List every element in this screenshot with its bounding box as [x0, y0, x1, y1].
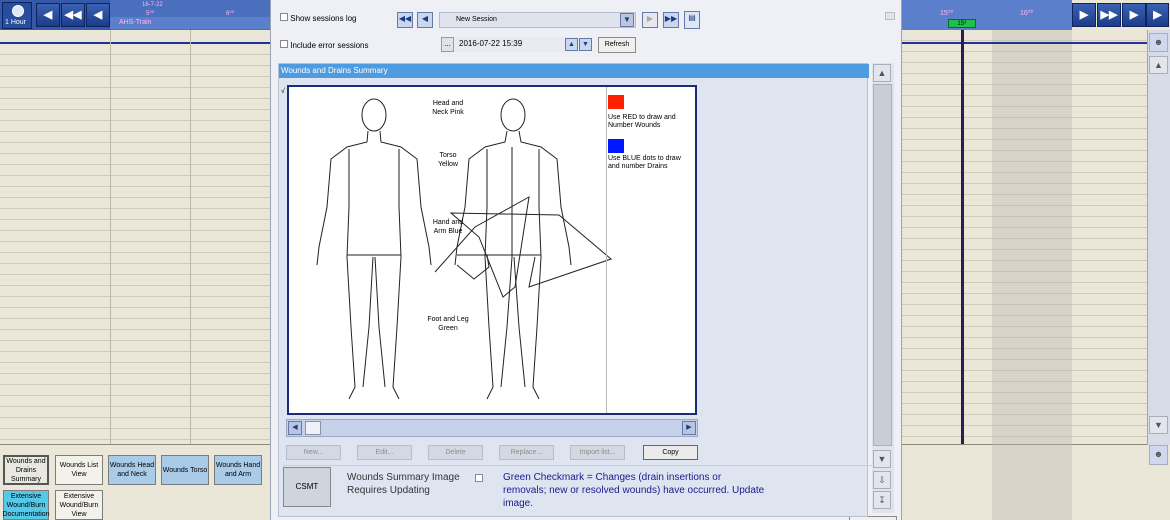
scroll-track[interactable] — [873, 84, 892, 446]
grid-divider — [110, 30, 111, 445]
scroll-page-down-icon[interactable]: ⇩ — [873, 471, 891, 489]
divider — [283, 465, 873, 466]
spin-down-icon[interactable]: ▼ — [579, 38, 592, 51]
update-image-checkbox[interactable] — [475, 474, 483, 482]
scroll-end-icon[interactable]: ↧ — [873, 491, 891, 509]
summary-panel: Wounds and Drains Summary √ Head and Nec… — [278, 63, 873, 517]
foot-leg-label: Foot and Leg Green — [427, 316, 469, 332]
green-checkmark-legend: Green Checkmark = Changes (drain inserti… — [503, 472, 765, 509]
edit-button[interactable]: Edit... — [357, 445, 412, 460]
scroll-down-icon[interactable]: ▼ — [1149, 416, 1168, 434]
restore-icon[interactable] — [885, 12, 895, 20]
show-log-checkbox[interactable] — [280, 13, 288, 21]
current-row-line — [902, 42, 1147, 44]
patient-label: AHS-Train — [110, 17, 270, 29]
last-page-icon[interactable]: ▶ — [1122, 3, 1146, 27]
legend-divider — [606, 87, 607, 413]
tile-wounds-drains-summary[interactable]: Wounds and Drains Summary — [3, 455, 49, 485]
time-label: 16⁰⁰ — [1020, 10, 1034, 17]
scroll-down-icon[interactable]: ▼ — [873, 450, 891, 468]
spin-up-icon[interactable]: ▲ — [565, 38, 578, 51]
scroll-thumb[interactable] — [305, 421, 321, 435]
zoom-label: 1 Hour — [5, 19, 27, 26]
left-time-band: 16-7-22 5⁰⁰ 6⁰⁰ AHS-Train — [110, 0, 270, 30]
head-neck-label: Head and Neck Pink — [432, 100, 464, 116]
right-scrollbar[interactable] — [1147, 30, 1170, 445]
body-diagram: Head and Neck Pink Torso Yellow Hand and… — [287, 85, 697, 415]
right-time-band: 15⁰⁰ 16⁰⁰ 15⁹ — [902, 0, 1072, 30]
tile-wounds-head-neck[interactable]: Wounds Head and Neck — [108, 455, 156, 485]
replace-button[interactable]: Replace... — [499, 445, 554, 460]
current-time-marker: 15⁹ — [948, 19, 976, 28]
scroll-right-icon[interactable]: ▶ — [682, 421, 696, 435]
document-icon[interactable]: ▤ — [684, 11, 700, 29]
session-last-icon[interactable]: ▶▶ — [663, 12, 679, 28]
session-select[interactable]: New Session — [439, 12, 636, 28]
red-swatch — [608, 95, 624, 109]
time-label: 5⁰⁰ — [146, 11, 155, 17]
csmt-button[interactable]: CSMT — [283, 467, 331, 507]
torso-label: Torso Yellow — [438, 152, 458, 168]
summary-line-2: Requires Updating — [347, 485, 430, 496]
shaded-column — [992, 30, 1072, 444]
panel-checkmark: √ — [281, 88, 285, 95]
patient-icon[interactable]: ☻ — [1149, 445, 1168, 465]
human-body-figure — [316, 98, 612, 400]
rewind-icon[interactable]: ◀◀ — [61, 3, 85, 27]
session-next-icon[interactable]: ▶ — [642, 12, 658, 28]
show-log-row[interactable]: Show sessions log — [280, 13, 357, 23]
scroll-left-icon[interactable]: ◀ — [288, 421, 302, 435]
import-list-button[interactable]: Import list... — [570, 445, 625, 460]
session-first-icon[interactable]: ◀◀ — [397, 12, 413, 28]
summary-line-1: Wounds Summary Image — [347, 472, 460, 483]
clock-icon — [12, 5, 24, 17]
red-instruction: Use RED to draw and Number Wounds — [608, 114, 676, 129]
new-button[interactable]: New... — [286, 445, 341, 460]
delete-button[interactable]: Delete — [428, 445, 483, 460]
first-page-icon[interactable]: ◀ — [36, 3, 60, 27]
copy-button[interactable]: Copy — [643, 445, 698, 460]
scroll-up-icon[interactable]: ▲ — [873, 64, 891, 82]
scroll-up-icon[interactable]: ▲ — [1149, 56, 1168, 74]
include-errors-row[interactable]: Include error sessions — [280, 40, 369, 50]
grid-divider — [190, 30, 191, 445]
session-prev-icon[interactable]: ◀ — [417, 12, 433, 28]
date-label: 16-7-22 — [142, 2, 163, 8]
tile-wounds-torso[interactable]: Wounds Torso — [161, 455, 209, 485]
shaded-column — [992, 444, 1072, 520]
wound-dialog: Show sessions log Include error sessions… — [270, 0, 902, 520]
show-log-label: Show sessions log — [290, 14, 357, 23]
refresh-button[interactable]: Refresh — [598, 37, 636, 53]
blue-instruction: Use BLUE dots to draw and number Drains — [608, 155, 681, 170]
include-errors-label: Include error sessions — [290, 41, 369, 50]
dropdown-icon[interactable]: ▼ — [620, 13, 634, 27]
hand-arm-label: Hand and Arm Blue — [432, 219, 464, 235]
include-errors-checkbox[interactable] — [280, 40, 288, 48]
datetime-picker-button[interactable]: ... — [441, 37, 454, 52]
tile-wounds-hand-arm[interactable]: Wounds Hand and Arm — [214, 455, 262, 485]
end-icon[interactable]: ▶ — [1146, 3, 1169, 27]
vertical-scrollbar[interactable]: ▲ ▼ ⇩ ↧ — [872, 63, 894, 513]
zoom-button[interactable]: 1 Hour — [2, 2, 32, 29]
tile-extensive-documentation[interactable]: Extensive Wound/Burn Documentation — [2, 490, 50, 520]
left-grid — [0, 44, 270, 444]
fast-forward-icon[interactable]: ▶▶ — [1097, 3, 1121, 27]
time-label: 6⁰⁰ — [226, 11, 235, 17]
tile-wounds-list[interactable]: Wounds List View — [55, 455, 103, 485]
panel-title: Wounds and Drains Summary — [279, 64, 869, 78]
datetime-field[interactable]: 2016-07-22 15:39 — [455, 37, 580, 52]
back-icon[interactable]: ◀ — [86, 3, 110, 27]
patient-icon[interactable]: ☻ — [1149, 33, 1168, 52]
tile-extensive-view[interactable]: Extensive Wound/Burn View — [55, 490, 103, 520]
time-label: 15⁰⁰ — [940, 10, 954, 17]
horizontal-scrollbar[interactable]: ◀ ▶ — [286, 419, 698, 437]
forward-icon[interactable]: ▶ — [1072, 3, 1096, 27]
blue-swatch — [608, 139, 624, 153]
